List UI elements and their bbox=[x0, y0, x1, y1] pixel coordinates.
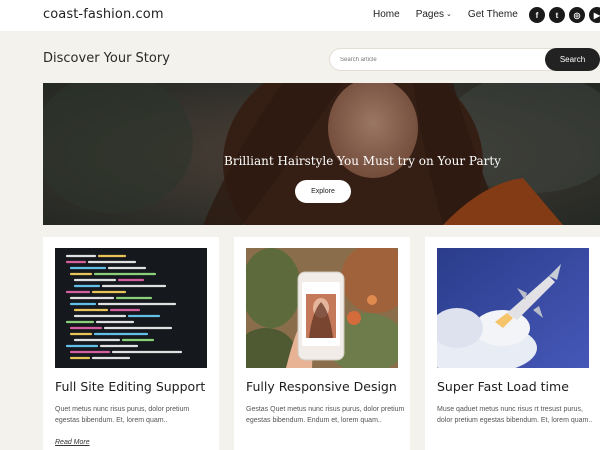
nav-item-pages[interactable]: Pages ⌄ bbox=[416, 9, 452, 20]
facebook-icon[interactable]: f bbox=[529, 7, 545, 23]
discover-heading: Discover Your Story bbox=[43, 51, 170, 66]
nav-home-label: Home bbox=[373, 9, 400, 20]
youtube-icon[interactable]: ▶ bbox=[589, 7, 600, 23]
nav-pages-label: Pages bbox=[415, 9, 445, 20]
top-header: coast-fashion.com Home Pages ⌄ Get Theme … bbox=[0, 0, 600, 31]
card-title[interactable]: Fully Responsive Design bbox=[246, 379, 397, 394]
card-title[interactable]: Super Fast Load time bbox=[437, 379, 569, 394]
rocket-launch-image[interactable] bbox=[437, 248, 589, 368]
nav-get-theme-label: Get Theme bbox=[467, 9, 518, 20]
nav-item-home[interactable]: Home bbox=[373, 9, 400, 20]
phone-photo-image[interactable] bbox=[246, 248, 398, 368]
hero-title: Brilliant Hairstyle You Must try on Your… bbox=[224, 154, 501, 168]
post-card: Fully Responsive Design Gestas Quet metu… bbox=[234, 237, 410, 450]
post-card: Full Site Editing Support Quet metus nun… bbox=[43, 237, 219, 450]
card-excerpt: Muse qaduet metus nunc risus rt tresust … bbox=[437, 406, 593, 424]
search-input[interactable] bbox=[340, 53, 540, 67]
chevron-down-icon: ⌄ bbox=[446, 11, 452, 18]
main-nav: Home Pages ⌄ Get Theme bbox=[373, 9, 534, 20]
social-links: f t ◎ ▶ bbox=[529, 7, 600, 23]
card-title[interactable]: Full Site Editing Support bbox=[55, 379, 205, 394]
card-excerpt: Gestas Quet metus nunc risus purus, dolo… bbox=[246, 406, 405, 424]
code-screen-image[interactable] bbox=[55, 248, 207, 368]
twitter-icon[interactable]: t bbox=[549, 7, 565, 23]
hero-banner: Brilliant Hairstyle You Must try on Your… bbox=[43, 83, 600, 225]
post-card: Super Fast Load time Muse qaduet metus n… bbox=[425, 237, 600, 450]
site-title[interactable]: coast-fashion.com bbox=[43, 7, 164, 22]
explore-button[interactable]: Explore bbox=[295, 180, 351, 203]
search-button[interactable]: Search bbox=[545, 48, 600, 71]
card-excerpt: Quet metus nunc risus purus, dolor preti… bbox=[55, 406, 190, 424]
instagram-icon[interactable]: ◎ bbox=[569, 7, 585, 23]
nav-item-get-theme[interactable]: Get Theme bbox=[468, 9, 518, 20]
read-more-link[interactable]: Read More bbox=[55, 439, 90, 446]
